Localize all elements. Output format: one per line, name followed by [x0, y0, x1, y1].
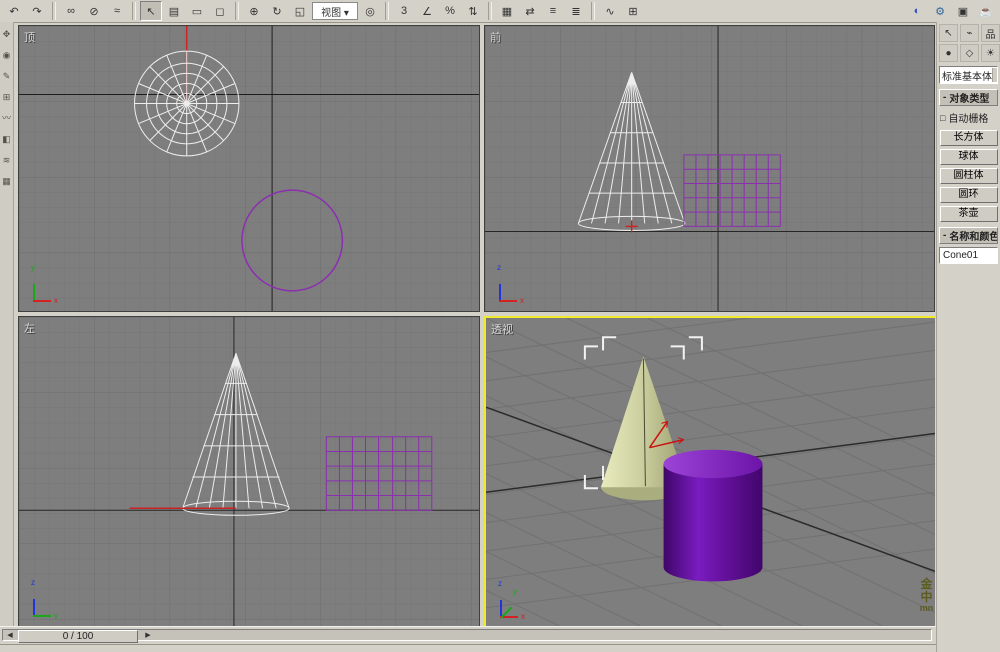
align-icon[interactable]: ≡: [542, 1, 564, 21]
object-type-button[interactable]: 球体: [939, 149, 998, 165]
use-pivot-point-icon[interactable]: ◎: [359, 1, 381, 21]
next-frame-icon[interactable]: ▶: [142, 631, 154, 640]
prev-frame-icon[interactable]: ◀: [4, 631, 16, 640]
percent-snap-icon[interactable]: %: [439, 1, 461, 21]
create-category-row: ● ◇ ☀: [937, 42, 1000, 62]
unlink-selection-icon[interactable]: ⊘: [83, 1, 105, 21]
object-name-field[interactable]: Cone01: [939, 247, 998, 264]
undo-icon[interactable]: ↶: [3, 1, 25, 21]
status-bar: [0, 644, 936, 652]
viewport-perspective[interactable]: 透视 z x y 金中 mn: [484, 316, 937, 629]
bind-to-space-warp-icon[interactable]: ≈: [106, 1, 128, 21]
lights-category-icon[interactable]: ☀: [981, 44, 1000, 62]
modify-tab-icon[interactable]: ⌁: [960, 24, 979, 42]
toolbar-separator: [488, 2, 492, 20]
toolbar-separator: [52, 2, 56, 20]
window-crossing-icon[interactable]: ◻: [209, 1, 231, 21]
geometry-category-icon[interactable]: ●: [939, 44, 958, 62]
left-dock-icon-4[interactable]: ⊞: [3, 93, 11, 102]
rollout-collapse-icon: -: [943, 230, 947, 241]
selection-region-icon[interactable]: ▭: [186, 1, 208, 21]
named-selection-sets-icon[interactable]: ▦: [496, 1, 518, 21]
shapes-category-icon[interactable]: ◇: [960, 44, 979, 62]
object-type-button[interactable]: 圆柱体: [939, 168, 998, 184]
select-object-icon[interactable]: ↖: [140, 1, 162, 21]
3ds-max-window: ↶ ↷ ∞ ⊘ ≈ ↖ ▤ ▭ ◻ ⊕ ↻ ◱ 视图 ▾ ◎ 3 ∠% ⇅ ▦ ⇄ ≡ ≣ ∿ ⊞ ◐ ⚙ ▣ ☕ ✥ ◉ ✎ ⊞ 〰 ◧ ≋ ▦…: [0, 0, 1000, 652]
left-view-canvas: [19, 317, 479, 626]
top-view-cone-wireframe[interactable]: [134, 50, 240, 157]
toolbar-separator: [385, 2, 389, 20]
redo-icon[interactable]: ↷: [26, 1, 48, 21]
snap-toggle-icon[interactable]: 3: [393, 1, 415, 21]
angle-snap-icon[interactable]: ∠: [416, 1, 438, 21]
toolbar-separator: [235, 2, 239, 20]
select-and-link-icon[interactable]: ∞: [60, 1, 82, 21]
autogrid-checkbox[interactable]: □ 自动栅格: [937, 108, 1000, 127]
left-dock-icon-8[interactable]: ▦: [2, 177, 11, 186]
command-panel-tabs: ↖ ⌁ 品: [937, 22, 1000, 42]
select-by-name-icon[interactable]: ▤: [163, 1, 185, 21]
object-type-button[interactable]: 长方体: [939, 130, 998, 146]
material-editor-icon[interactable]: ◐: [906, 1, 928, 21]
viewport-left[interactable]: 左 z y: [18, 316, 480, 627]
left-dock-icon-5[interactable]: 〰: [2, 114, 11, 123]
perspective-canvas: [486, 318, 935, 627]
autogrid-label: 自动栅格: [948, 114, 989, 125]
left-dock-icon-7[interactable]: ≋: [3, 156, 11, 165]
select-and-scale-icon[interactable]: ◱: [289, 1, 311, 21]
rollout-name-and-color[interactable]: - 名称和颜色: [939, 227, 998, 244]
left-dock-icon-2[interactable]: ◉: [3, 51, 11, 60]
left-dock-toolbar: ✥ ◉ ✎ ⊞ 〰 ◧ ≋ ▦: [0, 22, 14, 626]
command-panel: ↖⌁品 ●◇☀ 标准基本体 ▼ - 对象类型 □ 自动栅格 长方体球体圆柱体圆环…: [936, 22, 1000, 652]
cylinder-shaded[interactable]: [663, 449, 763, 582]
curve-editor-icon[interactable]: ∿: [599, 1, 621, 21]
schematic-view-icon[interactable]: ⊞: [622, 1, 644, 21]
primitive-type-value: 标准基本体: [942, 71, 992, 83]
left-dock-icon-1[interactable]: ✥: [3, 30, 11, 39]
render-type-icon[interactable]: ▣: [952, 1, 974, 21]
hierarchy-tab-icon[interactable]: 品: [981, 24, 1000, 42]
render-setup-icon[interactable]: ⚙: [929, 1, 951, 21]
chevron-down-icon[interactable]: ▼: [992, 68, 997, 82]
object-type-button[interactable]: 茶壶: [939, 206, 998, 222]
reference-coordinate-dropdown[interactable]: 视图 ▾: [312, 2, 358, 20]
primitive-type-dropdown[interactable]: 标准基本体 ▼: [939, 66, 998, 84]
spinner-snap-icon[interactable]: ⇅: [462, 1, 484, 21]
left-dock-icon-6[interactable]: ◧: [2, 135, 11, 144]
viewport-top[interactable]: 顶 y x: [18, 25, 480, 312]
rollout-collapse-icon: -: [943, 92, 947, 103]
left-dock-icon-3[interactable]: ✎: [3, 72, 11, 81]
main-toolbar: ↶ ↷ ∞ ⊘ ≈ ↖ ▤ ▭ ◻ ⊕ ↻ ◱ 视图 ▾ ◎ 3 ∠% ⇅ ▦ ⇄ ≡ ≣ ∿ ⊞ ◐ ⚙ ▣ ☕: [0, 0, 1000, 23]
toolbar-separator: [132, 2, 136, 20]
select-and-rotate-icon[interactable]: ↻: [266, 1, 288, 21]
front-view-canvas: [485, 26, 934, 311]
create-tab-icon[interactable]: ↖: [939, 24, 958, 42]
mirror-icon[interactable]: ⇄: [519, 1, 541, 21]
select-and-move-icon[interactable]: ⊕: [243, 1, 265, 21]
quick-render-icon[interactable]: ☕: [975, 1, 997, 21]
watermark: 金中 mn: [919, 577, 934, 613]
viewport-front[interactable]: 前 z x: [484, 25, 935, 312]
time-slider: ◀ 0 / 100 ▶: [0, 626, 936, 644]
time-slider-thumb[interactable]: 0 / 100: [18, 630, 138, 643]
toolbar-separator: [591, 2, 595, 20]
top-view-canvas: [19, 26, 479, 311]
checkbox-icon[interactable]: □: [940, 113, 945, 123]
rollout-object-type[interactable]: - 对象类型: [939, 89, 998, 106]
object-type-button[interactable]: 圆环: [939, 187, 998, 203]
layer-manager-icon[interactable]: ≣: [565, 1, 587, 21]
